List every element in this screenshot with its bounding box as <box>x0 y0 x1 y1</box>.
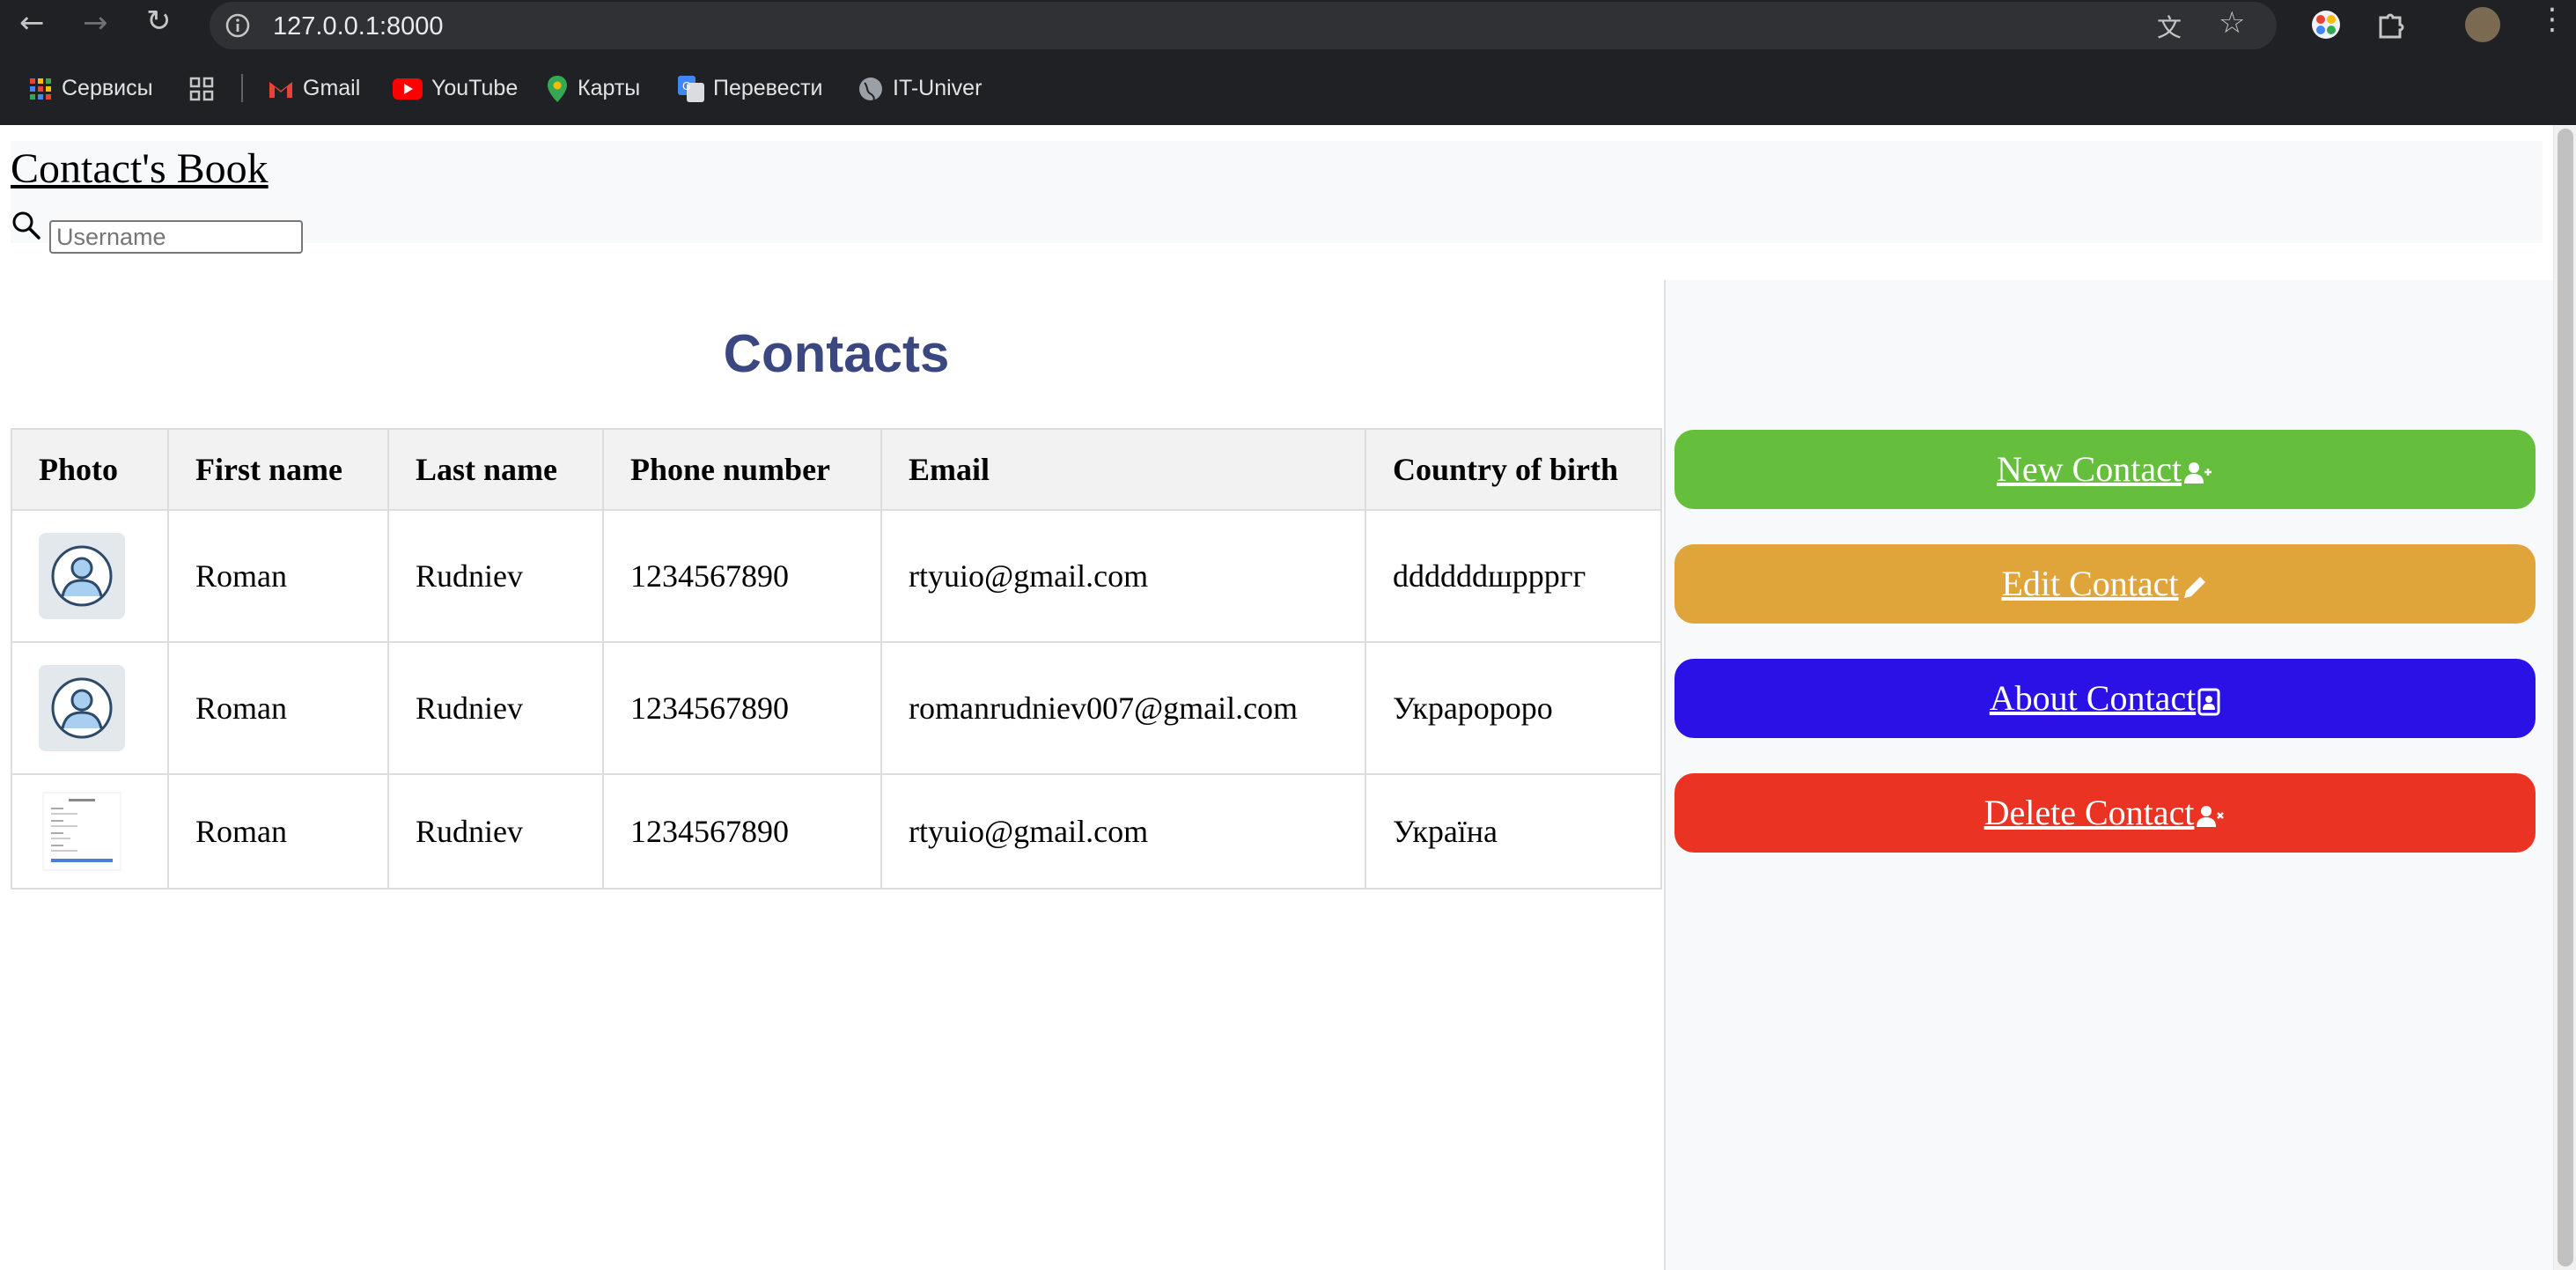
button-label: New Contact <box>1997 449 2182 489</box>
last-name-cell: Rudniev <box>387 773 604 890</box>
bookmark-label: YouTube <box>431 76 519 100</box>
contact-card-icon <box>2197 688 2220 716</box>
phone-cell: 1234567890 <box>602 509 882 643</box>
site-info-icon[interactable] <box>225 13 250 38</box>
browser-chrome: ← → ↻ 127.0.0.1:8000 文 ☆ ⋮ Сервисы Gmail… <box>0 0 2576 125</box>
first-name-cell: Roman <box>167 509 389 643</box>
navbar: Contact's Book <box>11 141 2543 254</box>
tab-groups-icon[interactable] <box>188 76 215 102</box>
extensions-puzzle-icon[interactable] <box>2374 7 2407 41</box>
last-name-cell: Rudniev <box>387 509 604 643</box>
address-bar[interactable]: 127.0.0.1:8000 文 ☆ <box>210 2 2277 49</box>
email-cell: rtyuio@gmail.com <box>880 509 1366 643</box>
email-cell: romanrudniev007@gmail.com <box>880 641 1366 775</box>
last-name-cell: Rudniev <box>387 641 604 775</box>
pencil-icon <box>2183 576 2205 598</box>
table-header-row: Photo First name Last name Phone number … <box>11 428 1662 511</box>
table-row[interactable]: Roman Rudniev 1234567890 romanrudniev007… <box>11 641 1662 775</box>
user-remove-icon <box>2197 805 2225 827</box>
user-plus-icon <box>2183 461 2212 484</box>
email-cell: rtyuio@gmail.com <box>880 773 1366 890</box>
photo-cell <box>11 641 169 775</box>
bookmark-label: Gmail <box>303 76 361 100</box>
country-cell: ddddddшррргг <box>1365 509 1662 643</box>
phone-cell: 1234567890 <box>602 773 882 890</box>
new-contact-button[interactable]: New Contact <box>1674 430 2536 509</box>
page-content: Contact's Book Contacts Photo First name… <box>0 125 2576 1270</box>
bookmark-label: Перевести <box>713 76 823 100</box>
delete-contact-button[interactable]: Delete Contact <box>1674 773 2536 853</box>
button-label: Delete Contact <box>1984 793 2195 832</box>
button-label: Edit Contact <box>2001 564 2179 603</box>
svg-text:G: G <box>682 80 690 92</box>
column-header-email: Email <box>880 428 1366 511</box>
column-header-phone: Phone number <box>602 428 882 511</box>
bookmark-services[interactable]: Сервисы <box>28 69 153 107</box>
avatar[interactable] <box>2465 7 2500 42</box>
edit-contact-button[interactable]: Edit Contact <box>1674 544 2536 624</box>
back-arrow-icon[interactable]: ← <box>19 5 45 41</box>
reload-icon[interactable]: ↻ <box>146 4 172 39</box>
translate-icon: G <box>678 76 704 103</box>
bookmark-label: Сервисы <box>62 76 153 100</box>
actions-sidebar: New Contact Edit Contact About Contact D… <box>1664 280 2555 1270</box>
column-header-country: Country of birth <box>1365 428 1662 511</box>
extension-colorful-icon[interactable] <box>2310 9 2342 41</box>
gmail-icon <box>269 82 292 99</box>
youtube-icon <box>393 78 423 100</box>
translate-page-icon[interactable]: 文 <box>2157 9 2182 44</box>
bookmark-star-icon[interactable]: ☆ <box>2219 5 2245 41</box>
phone-cell: 1234567890 <box>602 641 882 775</box>
first-name-cell: Roman <box>167 773 389 890</box>
first-name-cell: Roman <box>167 641 389 775</box>
about-contact-button[interactable]: About Contact <box>1674 659 2536 738</box>
default-avatar-icon <box>39 665 125 751</box>
column-header-photo: Photo <box>11 428 169 511</box>
brand-link[interactable]: Contact's Book <box>11 141 269 197</box>
bookmark-it-univer[interactable]: IT-Univer <box>857 69 982 107</box>
bookmark-translate[interactable]: G Перевести <box>678 69 823 107</box>
globe-icon <box>859 78 882 102</box>
table-row[interactable]: Roman Rudniev 1234567890 rtyuio@gmail.co… <box>11 509 1662 643</box>
maps-icon <box>548 76 567 103</box>
apps-grid-icon <box>30 78 51 100</box>
menu-kebab-icon[interactable]: ⋮ <box>2537 2 2567 37</box>
country-cell: Украророро <box>1365 641 1662 775</box>
page-scrollbar[interactable] <box>2553 125 2576 1270</box>
table-row[interactable]: Roman Rudniev 1234567890 rtyuio@gmail.co… <box>11 773 1662 890</box>
bookmark-label: Карты <box>578 76 641 100</box>
bookmark-youtube[interactable]: YouTube <box>393 69 518 107</box>
bookmark-label: IT-Univer <box>893 76 983 100</box>
bookmark-maps[interactable]: Карты <box>546 69 640 107</box>
default-avatar-icon <box>39 533 125 619</box>
column-header-first-name: First name <box>167 428 389 511</box>
document-thumbnail-icon <box>39 788 125 875</box>
url-text[interactable]: 127.0.0.1:8000 <box>273 7 444 46</box>
scrollbar-thumb[interactable] <box>2558 129 2573 1266</box>
page-title: Contacts <box>723 324 950 383</box>
forward-arrow-icon[interactable]: → <box>83 5 108 41</box>
search-icon <box>12 211 40 240</box>
photo-cell <box>11 509 169 643</box>
bookmarks-divider <box>241 74 243 102</box>
bookmark-gmail[interactable]: Gmail <box>268 69 360 107</box>
column-header-last-name: Last name <box>387 428 604 511</box>
country-cell: Україна <box>1365 773 1662 890</box>
button-label: About Contact <box>1989 678 2197 718</box>
contacts-table: Photo First name Last name Phone number … <box>11 428 1662 890</box>
photo-cell <box>11 773 169 890</box>
search-input[interactable] <box>49 220 303 254</box>
